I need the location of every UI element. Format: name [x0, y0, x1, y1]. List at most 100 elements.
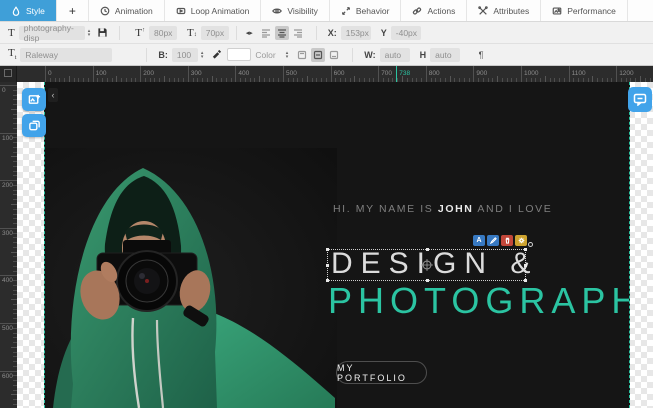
gear-icon	[518, 237, 525, 244]
eye-icon	[272, 6, 282, 16]
add-image-button[interactable]	[22, 88, 46, 111]
tab-label: Visibility	[287, 6, 318, 16]
divider	[119, 26, 120, 40]
divider	[236, 26, 237, 40]
color-swatch[interactable]	[227, 48, 251, 61]
panel-tabbar: Style + Animation Loop Animation Visibil…	[0, 0, 653, 22]
resize-handle[interactable]	[326, 264, 329, 267]
tab-behavior[interactable]: Behavior	[330, 0, 402, 21]
line-height-input[interactable]: 70px	[201, 26, 229, 40]
ruler-cursor-label: 738	[399, 70, 410, 77]
headline-line2[interactable]: PHOTOGRAPHY	[328, 280, 630, 322]
hero-photo[interactable]	[45, 148, 337, 408]
font-size-icon: T↑	[135, 27, 145, 39]
link-icon	[412, 6, 422, 16]
weight-value: 100	[177, 50, 191, 60]
spacing-arrows-icon[interactable]: ◂▸	[246, 29, 253, 37]
pencil-icon	[490, 237, 497, 244]
font-size-input[interactable]: 80px	[149, 26, 177, 40]
font-style-stepper[interactable]: ▴▾	[88, 29, 91, 37]
tab-attributes[interactable]: Attributes	[467, 0, 541, 21]
eyedropper-icon[interactable]	[211, 49, 222, 60]
w-label: W:	[364, 50, 375, 60]
align-center-icon	[277, 28, 287, 38]
portfolio-button[interactable]: MY PORTFOLIO	[336, 361, 427, 384]
tools-icon	[478, 6, 488, 16]
height-input[interactable]: auto	[430, 48, 460, 62]
ruler-corner	[0, 66, 17, 82]
valign-bottom-icon	[329, 50, 339, 60]
divider	[316, 26, 317, 40]
weight-label: B:	[158, 50, 168, 60]
edit-button[interactable]	[487, 235, 499, 246]
chat-icon	[633, 93, 647, 106]
width-input[interactable]: auto	[380, 48, 410, 62]
tab-label: Attributes	[493, 6, 529, 16]
resize-handle[interactable]	[524, 264, 527, 267]
tab-performance[interactable]: Performance	[541, 0, 628, 21]
valign-bottom-button[interactable]	[327, 48, 341, 62]
tab-add[interactable]: +	[57, 0, 89, 21]
valign-top-button[interactable]	[295, 48, 309, 62]
resize-arrows-icon	[341, 6, 351, 16]
chat-button[interactable]	[628, 87, 652, 112]
valign-middle-button[interactable]	[311, 48, 325, 62]
tab-loop-animation[interactable]: Loop Animation	[165, 0, 262, 21]
design-canvas[interactable]: HI. MY NAME IS JOHN AND I LOVE A	[17, 82, 653, 408]
resize-handle[interactable]	[426, 248, 429, 251]
headline-line1[interactable]: DESIGN &	[331, 247, 538, 281]
greeting-post: AND I LOVE	[473, 203, 552, 215]
valign-middle-icon	[313, 50, 323, 60]
text-align-group	[259, 26, 305, 40]
greeting-name: JOHN	[438, 203, 474, 215]
trash-icon	[504, 237, 511, 244]
h-ruler[interactable]: 0100200300400500600700800900100011001200…	[17, 66, 653, 82]
tab-visibility[interactable]: Visibility	[261, 0, 330, 21]
weight-stepper[interactable]: ▴▾	[201, 51, 204, 59]
spacing-stepper[interactable]: ▴▾	[286, 51, 289, 59]
align-center-button[interactable]	[275, 26, 289, 40]
duplicate-button[interactable]	[22, 114, 46, 137]
x-label: X:	[328, 28, 337, 38]
weight-input[interactable]: 100	[172, 48, 198, 62]
tab-label: Style	[26, 6, 45, 16]
x-input[interactable]: 153px	[341, 26, 371, 40]
save-style-icon[interactable]	[97, 27, 108, 38]
align-left-button[interactable]	[259, 26, 273, 40]
font-family-icon: Tt	[8, 47, 16, 61]
greeting-text[interactable]: HI. MY NAME IS JOHN AND I LOVE	[333, 203, 552, 215]
paragraph-button[interactable]: ¶	[474, 48, 488, 62]
paint-drop-icon	[11, 6, 21, 16]
clock-icon	[100, 6, 110, 16]
divider	[352, 48, 353, 62]
font-style-select[interactable]: photography-disp	[19, 26, 85, 40]
v-ruler[interactable]: 0100200300400500600	[0, 82, 17, 408]
collapse-panel-button[interactable]: ‹	[48, 88, 58, 102]
website-page-section[interactable]: HI. MY NAME IS JOHN AND I LOVE A	[44, 82, 630, 408]
rotate-handle[interactable]	[528, 242, 533, 247]
divider	[146, 48, 147, 62]
tab-actions[interactable]: Actions	[401, 0, 467, 21]
tab-label: Behavior	[356, 6, 390, 16]
text-style-button[interactable]: A	[473, 235, 485, 246]
resize-handle[interactable]	[326, 248, 329, 251]
line-height-value: 70px	[206, 28, 224, 38]
selected-text-element[interactable]: DESIGN &	[327, 249, 526, 281]
ruler-cursor	[396, 66, 397, 82]
align-right-button[interactable]	[291, 26, 305, 40]
resize-handle[interactable]	[524, 248, 527, 251]
tab-animation[interactable]: Animation	[89, 0, 165, 21]
font-family-value: Raleway	[25, 50, 58, 60]
pilcrow-icon: ¶	[479, 50, 484, 60]
settings-button[interactable]	[515, 235, 527, 246]
delete-button[interactable]	[501, 235, 513, 246]
align-left-icon	[261, 28, 271, 38]
text-style-icon: T	[8, 27, 15, 39]
y-input[interactable]: -40px	[391, 26, 421, 40]
plus-icon: +	[69, 4, 76, 18]
font-family-input[interactable]: Raleway	[20, 48, 112, 62]
tab-label: Animation	[115, 6, 153, 16]
anchor-point-icon[interactable]	[421, 259, 433, 271]
tab-style[interactable]: Style	[0, 0, 57, 21]
height-value: auto	[435, 50, 452, 60]
